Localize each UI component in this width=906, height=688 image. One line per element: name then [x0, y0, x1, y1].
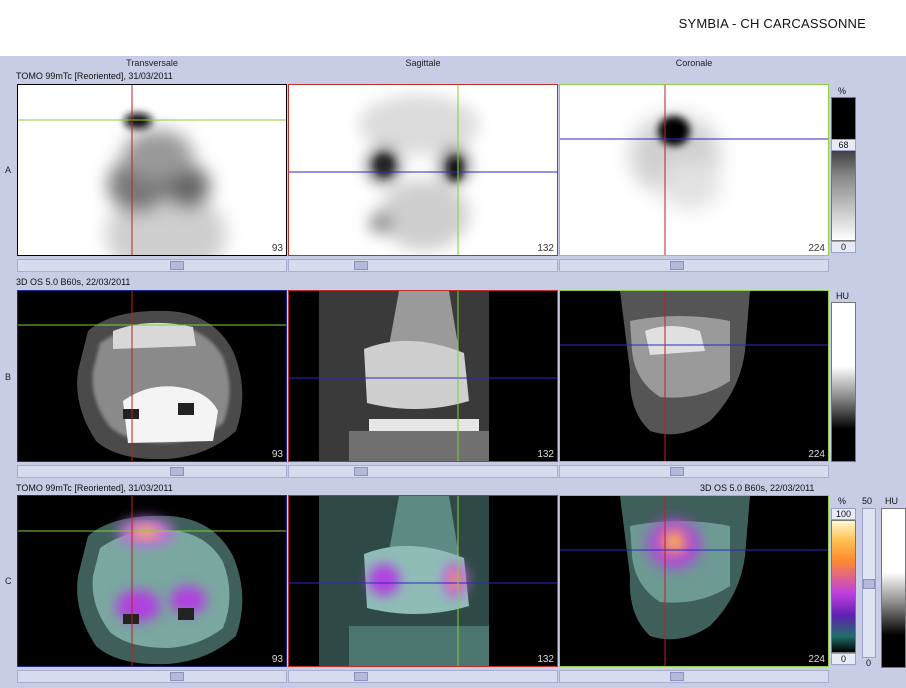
- fused-coronal-view[interactable]: 224: [559, 495, 829, 667]
- fused-coronal-image: [560, 496, 828, 666]
- scrollbar-c-transverse[interactable]: [17, 670, 287, 683]
- colorbar-b-unit: HU: [836, 291, 849, 301]
- header-bar: SYMBIA - CH CARCASSONNE: [0, 0, 906, 56]
- scrollbar-b-sagittal[interactable]: [288, 465, 558, 478]
- colorbar-c-max[interactable]: 100: [831, 508, 856, 520]
- scroll-thumb[interactable]: [170, 467, 184, 476]
- fusion-blend-handle[interactable]: [863, 579, 875, 589]
- slice-number-ct-coronal: 224: [808, 449, 825, 460]
- row-b-info: 3D OS 5.0 B60s, 22/03/2011: [16, 277, 131, 287]
- slice-number-fused-transverse: 93: [271, 654, 283, 665]
- spect-sagittal-image: [289, 85, 557, 255]
- ct-transverse-image: [18, 291, 286, 461]
- scrollbar-c-sagittal[interactable]: [288, 670, 558, 683]
- fused-transverse-view[interactable]: 93: [17, 495, 287, 667]
- scroll-thumb[interactable]: [670, 467, 684, 476]
- slice-number-fused-sagittal: 132: [537, 654, 554, 665]
- scroll-thumb[interactable]: [354, 261, 368, 270]
- ct-sagittal-view[interactable]: 132: [288, 290, 558, 462]
- spect-transverse-view[interactable]: 93: [17, 84, 287, 256]
- site-title: SYMBIA - CH CARCASSONNE: [678, 16, 866, 31]
- slice-number-transverse: 93: [271, 243, 283, 254]
- ct-transverse-view[interactable]: 93: [17, 290, 287, 462]
- scrollbar-b-transverse[interactable]: [17, 465, 287, 478]
- ct-sagittal-image: [289, 291, 557, 461]
- scroll-thumb[interactable]: [354, 467, 368, 476]
- slice-number-sagittal: 132: [537, 243, 554, 254]
- ct-coronal-view[interactable]: 224: [559, 290, 829, 462]
- fused-transverse-image: [18, 496, 286, 666]
- colorbar-a-level[interactable]: 68: [831, 139, 856, 151]
- colorbar-c-unit: %: [838, 496, 847, 506]
- fusion-blend-slider[interactable]: [862, 508, 876, 658]
- spect-sagittal-view[interactable]: 132: [288, 84, 558, 256]
- column-label-transversale: Transversale: [126, 58, 178, 68]
- scroll-thumb[interactable]: [170, 261, 184, 270]
- fusion-color-colorbar[interactable]: [831, 520, 856, 653]
- row-a-info: TOMO 99mTc [Reoriented], 31/03/2011: [16, 71, 173, 81]
- scroll-thumb[interactable]: [354, 672, 368, 681]
- spect-transverse-image: [18, 85, 286, 255]
- row-a-letter: A: [5, 165, 12, 175]
- fused-sagittal-image: [289, 496, 557, 666]
- scroll-thumb[interactable]: [170, 672, 184, 681]
- spect-coronal-view[interactable]: 224: [559, 84, 829, 256]
- slice-number-coronal: 224: [808, 243, 825, 254]
- colorbar-c-min[interactable]: 0: [831, 653, 856, 665]
- spect-coronal-image: [560, 85, 828, 255]
- fused-ct-colorbar[interactable]: [881, 508, 906, 668]
- row-c-info-left: TOMO 99mTc [Reoriented], 31/03/2011: [16, 483, 173, 493]
- colorbar-c-ct-unit: HU: [885, 496, 898, 506]
- slice-number-ct-sagittal: 132: [537, 449, 554, 460]
- scrollbar-b-coronal[interactable]: [559, 465, 829, 478]
- slice-number-fused-coronal: 224: [808, 654, 825, 665]
- row-b-letter: B: [5, 372, 12, 382]
- scrollbar-a-sagittal[interactable]: [288, 259, 558, 272]
- fused-sagittal-view[interactable]: 132: [288, 495, 558, 667]
- spect-grayscale-colorbar[interactable]: [831, 97, 856, 241]
- ct-coronal-image: [560, 291, 828, 461]
- colorbar-a-unit: %: [838, 86, 847, 96]
- scrollbar-c-coronal[interactable]: [559, 670, 829, 683]
- fusion-blend-min: 0: [866, 658, 872, 668]
- scrollbar-a-coronal[interactable]: [559, 259, 829, 272]
- column-label-sagittale: Sagittale: [405, 58, 441, 68]
- column-label-coronale: Coronale: [675, 58, 713, 68]
- scrollbar-a-transverse[interactable]: [17, 259, 287, 272]
- scroll-thumb[interactable]: [670, 261, 684, 270]
- colorbar-a-min[interactable]: 0: [831, 241, 856, 253]
- row-c-letter: C: [5, 576, 12, 586]
- scroll-thumb[interactable]: [670, 672, 684, 681]
- row-c-info-right: 3D OS 5.0 B60s, 22/03/2011: [700, 483, 815, 493]
- slice-number-ct-transverse: 93: [271, 449, 283, 460]
- ct-grayscale-colorbar[interactable]: [831, 302, 856, 462]
- colorbar-c-fusion-value: 50: [862, 496, 873, 506]
